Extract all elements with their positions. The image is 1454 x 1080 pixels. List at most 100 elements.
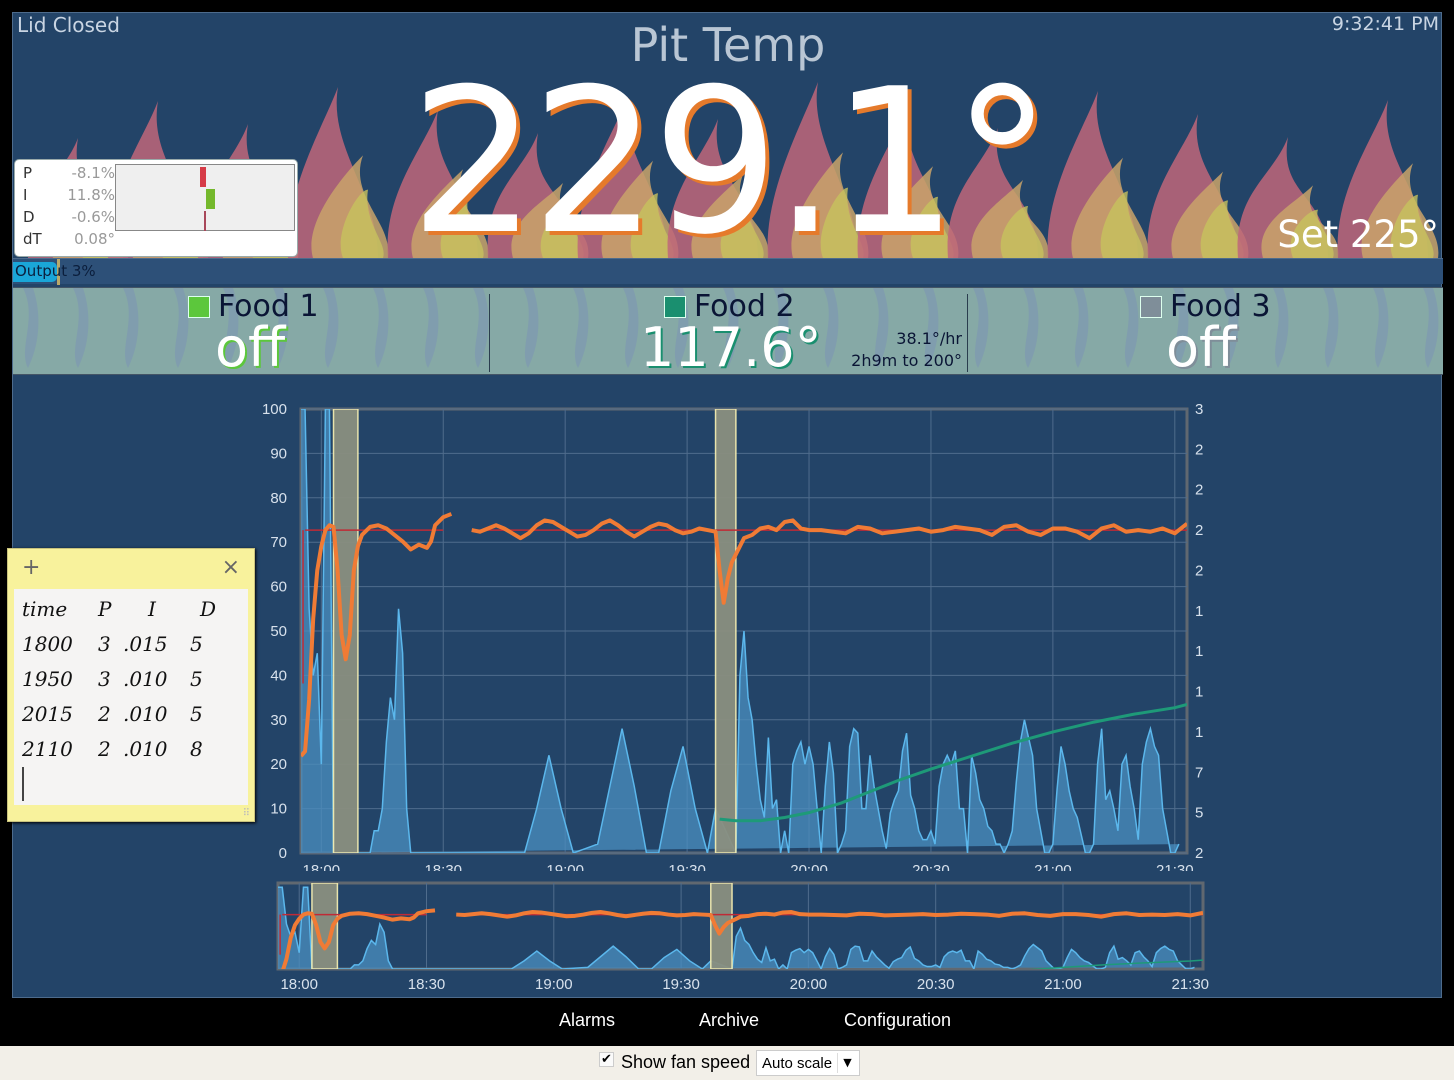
probe-food-3[interactable]: Food 3 off: [968, 288, 1443, 374]
y-right-tick-label: 225: [1195, 522, 1203, 539]
y-right-tick-label: 200: [1195, 562, 1203, 579]
scale-select[interactable]: Auto scale ▼: [756, 1050, 860, 1076]
x-tick-label: 19:30: [668, 862, 706, 871]
lid-open-band: [332, 409, 359, 853]
note-cell: 1950: [22, 667, 73, 691]
pid-label: I: [23, 186, 28, 204]
close-icon[interactable]: ×: [222, 555, 240, 580]
nav-bar: Alarms Archive Configuration: [0, 998, 1454, 1046]
note-cell: 2110: [22, 737, 73, 761]
pid-bar-d: [204, 211, 206, 231]
y-right-tick-label: 275: [1195, 441, 1203, 458]
y-left-tick-label: 70: [270, 534, 287, 551]
output-bar: Output 3%: [13, 258, 1443, 285]
overview-chart[interactable]: 18:00 18:30 19:00 19:30 20:00 20:30 21:00 21:30: [253, 879, 1213, 997]
y-left-tick-label: 30: [270, 712, 287, 729]
pid-row-d: D -0.6%: [23, 208, 123, 230]
text-cursor: [22, 767, 24, 801]
setpoint-button[interactable]: Set 225°: [1277, 213, 1439, 256]
x-tick-label: 20:30: [917, 976, 955, 993]
y-right-tick-label: 175: [1195, 603, 1203, 620]
y-right-tick-label: 300: [1195, 401, 1203, 418]
note-cell: .010: [123, 667, 168, 691]
y-left-tick-label: 10: [270, 801, 287, 818]
probe-color-swatch: [188, 296, 210, 318]
x-tick-label: 20:00: [790, 976, 828, 993]
pid-row-p: P -8.1%: [23, 164, 123, 186]
pid-row-i: I 11.8%: [23, 186, 123, 208]
note-cell: D: [200, 597, 217, 621]
x-tick-label: 19:00: [546, 862, 584, 871]
food-probes: Food 1 off Food 2 117.6° 38.1°/hr 2h9m t…: [13, 287, 1443, 375]
note-text-area[interactable]: time P I D 1800 3 .015 5 1950 3 .010 5 2015 2 .010 5 211…: [14, 589, 248, 805]
probe-color-swatch: [1140, 296, 1162, 318]
x-tick-label: 18:30: [424, 862, 462, 871]
pid-value: -0.6%: [71, 208, 115, 226]
nav-configuration[interactable]: Configuration: [844, 1010, 951, 1031]
scale-select-value: Auto scale: [762, 1055, 833, 1072]
nav-archive[interactable]: Archive: [699, 1010, 759, 1031]
header: Lid Closed 9:32:41 PM Pit Temp 229.1° Se…: [13, 13, 1443, 258]
pid-bar-i: [206, 189, 216, 209]
sticky-note[interactable]: + × time P I D 1800 3 .015 5 1950 3 .010 5 2015 2 .010…: [7, 548, 255, 822]
show-fan-speed-checkbox[interactable]: ✔: [599, 1052, 614, 1067]
probe-food-2[interactable]: Food 2 117.6° 38.1°/hr 2h9m to 200°: [490, 288, 966, 374]
pid-bar-graph: [115, 164, 295, 231]
note-cell: 5: [190, 632, 203, 656]
add-note-icon[interactable]: +: [22, 555, 40, 580]
note-cell: I: [148, 597, 156, 621]
lid-open-band: [714, 409, 737, 853]
note-cell: .010: [123, 737, 168, 761]
y-left-tick-label: 60: [270, 579, 287, 596]
note-cell: 5: [190, 667, 203, 691]
pid-label: D: [23, 208, 35, 226]
probe-value: off: [215, 316, 286, 375]
pid-bar-p: [199, 167, 206, 187]
pid-value: -8.1%: [71, 164, 115, 182]
y-left-tick-label: 20: [270, 756, 287, 773]
y-right-tick-label: 100: [1195, 724, 1203, 741]
probe-eta: 2h9m to 200°: [851, 351, 962, 370]
pid-panel: P -8.1% I 11.8% D -0.6% dT 0.08°: [14, 159, 298, 257]
pid-row-dt: dT 0.08°: [23, 230, 123, 252]
chart-options: ✔ Show fan speed Auto scale ▼: [0, 1046, 1454, 1080]
x-tick-label: 18:30: [408, 976, 446, 993]
x-tick-label: 18:00: [303, 862, 341, 871]
output-label: Output 3%: [15, 262, 96, 280]
x-tick-label: 20:30: [912, 862, 950, 871]
note-cell: P: [98, 597, 112, 621]
note-cell: 3: [98, 667, 111, 691]
x-tick-label: 21:00: [1034, 862, 1072, 871]
resize-grip-icon[interactable]: ⠿: [243, 808, 250, 819]
x-tick-label: 21:00: [1044, 976, 1082, 993]
x-tick-label: 19:30: [662, 976, 700, 993]
heatermeter-dashboard: Lid Closed 9:32:41 PM Pit Temp 229.1° Se…: [12, 12, 1443, 998]
show-fan-speed-label: Show fan speed: [621, 1052, 751, 1072]
y-left-tick-label: 90: [270, 445, 287, 462]
note-cell: time: [22, 597, 68, 621]
y-left-tick-label: 40: [270, 667, 287, 684]
note-cell: 3: [98, 632, 111, 656]
probe-color-swatch: [664, 296, 686, 318]
y-right-tick-label: 150: [1195, 643, 1203, 660]
x-tick-label: 21:30: [1171, 976, 1209, 993]
x-tick-label: 18:00: [280, 976, 318, 993]
note-cell: 1800: [22, 632, 73, 656]
y-right-tick-label: 50: [1195, 805, 1203, 822]
note-cell: .015: [123, 632, 168, 656]
pid-value: 11.8%: [67, 186, 115, 204]
probe-food-1[interactable]: Food 1 off: [13, 288, 489, 375]
pid-value: 0.08°: [74, 230, 115, 248]
note-cell: 8: [190, 737, 203, 761]
note-cell: 2: [98, 702, 111, 726]
x-tick-label: 21:30: [1156, 862, 1194, 871]
y-right-tick-label: 250: [1195, 482, 1203, 499]
y-right-tick-label: 25: [1195, 845, 1203, 862]
x-tick-label: 20:00: [790, 862, 828, 871]
note-cell: 2015: [22, 702, 73, 726]
main-temperature-chart[interactable]: 18:00 18:30 19:00 19:30 20:00 20:30 21:00 21:30…: [243, 391, 1203, 871]
pid-label: P: [23, 164, 33, 182]
nav-alarms[interactable]: Alarms: [559, 1010, 615, 1031]
y-right-tick-label: 75: [1195, 764, 1203, 781]
y-left-tick-label: 80: [270, 490, 287, 507]
